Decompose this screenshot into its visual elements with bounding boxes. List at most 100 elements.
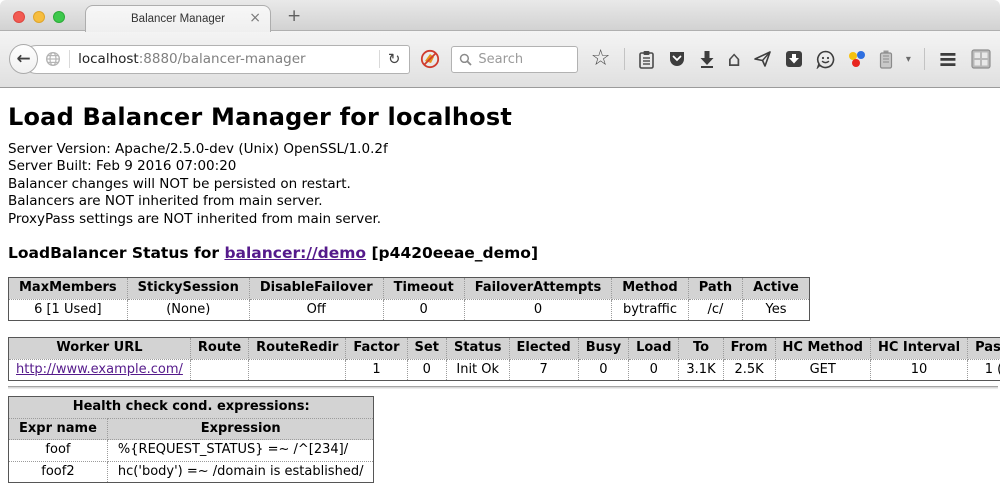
proxypass-warning-line: ProxyPass settings are NOT inherited fro… xyxy=(8,211,1000,228)
cell-expr-name: foof2 xyxy=(9,461,108,483)
balancer-demo-link[interactable]: balancer://demo xyxy=(224,244,366,262)
content-blocker-icon[interactable] xyxy=(419,48,441,70)
page-content: Load Balancer Manager for localhost Serv… xyxy=(0,103,1000,491)
downloads-icon[interactable] xyxy=(699,50,715,68)
window-controls xyxy=(13,11,65,23)
col-factor: Factor xyxy=(346,338,407,360)
cell-routeredir xyxy=(249,359,346,381)
balancer-settings-table: MaxMembers StickySession DisableFailover… xyxy=(8,277,810,321)
status-heading-prefix: LoadBalancer Status for xyxy=(8,244,224,262)
col-expr-name: Expr name xyxy=(9,418,108,440)
url-domain: localhost xyxy=(78,51,139,67)
page-title: Load Balancer Manager for localhost xyxy=(8,103,1000,131)
tab-close-icon[interactable]: × xyxy=(249,10,261,26)
col-from: From xyxy=(723,338,775,360)
chevron-down-icon[interactable]: ▾ xyxy=(906,54,911,65)
battery-extension-icon[interactable] xyxy=(879,50,893,69)
col-routeredir: RouteRedir xyxy=(249,338,346,360)
status-heading-suffix: [p4420eeae_demo] xyxy=(366,244,538,262)
col-maxmembers: MaxMembers xyxy=(9,278,128,300)
cell-route xyxy=(190,359,248,381)
cell-worker-url: http://www.example.com/ xyxy=(9,359,191,381)
cell-from: 2.5K xyxy=(723,359,775,381)
cell-passes: 1 (0) xyxy=(968,359,1000,381)
worker-url-link[interactable]: http://www.example.com/ xyxy=(16,362,183,377)
col-elected: Elected xyxy=(509,338,578,360)
persist-warning-line: Balancer changes will NOT be persisted o… xyxy=(8,176,1000,193)
expression-row: foof2 hc('body') =~ /domain is establish… xyxy=(9,461,374,483)
send-icon[interactable] xyxy=(754,50,772,68)
worker-row: http://www.example.com/ 1 0 Init Ok 7 0 … xyxy=(9,359,1000,381)
cell-disablefailover: Off xyxy=(249,299,383,321)
menu-hamburger-icon[interactable]: ≡ xyxy=(938,49,958,69)
worker-status-table: Worker URL Route RouteRedir Factor Set S… xyxy=(8,337,1000,381)
urlbar-separator xyxy=(69,50,70,68)
balancers-warning-line: Balancers are NOT inherited from main se… xyxy=(8,193,1000,210)
cell-maxmembers: 6 [1 Used] xyxy=(9,299,128,321)
col-passes: Passes xyxy=(968,338,1000,360)
pocket-icon[interactable] xyxy=(668,50,686,68)
url-bar[interactable]: localhost:8880/balancer-manager ↻ xyxy=(22,45,410,74)
col-method: Method xyxy=(612,278,688,300)
window-titlebar: Balancer Manager × + xyxy=(0,0,1000,31)
cell-failoverattempts: 0 xyxy=(464,299,612,321)
col-to: To xyxy=(679,338,723,360)
bookmark-star-icon[interactable]: ☆ xyxy=(591,49,611,69)
cell-expression: %{REQUEST_STATUS} =~ /^[234]/ xyxy=(107,440,374,462)
health-check-expressions-table: Health check cond. expressions: Expr nam… xyxy=(8,396,374,483)
cell-to: 3.1K xyxy=(679,359,723,381)
cell-active: Yes xyxy=(743,299,810,321)
color-dots-extension-icon[interactable] xyxy=(848,50,866,68)
cell-method: bytraffic xyxy=(612,299,688,321)
expression-row: foof %{REQUEST_STATUS} =~ /^[234]/ xyxy=(9,440,374,462)
cell-set: 0 xyxy=(407,359,446,381)
health-table-title: Health check cond. expressions: xyxy=(9,397,374,419)
cell-hc-method: GET xyxy=(775,359,870,381)
clipboard-icon[interactable] xyxy=(638,50,655,69)
col-status: Status xyxy=(446,338,509,360)
col-timeout: Timeout xyxy=(383,278,464,300)
tab-title: Balancer Manager xyxy=(131,13,225,25)
screenshot-grid-icon[interactable] xyxy=(971,49,991,69)
back-button[interactable]: ← xyxy=(9,44,38,74)
table-header-row: Expr name Expression xyxy=(9,418,374,440)
server-info: Server Version: Apache/2.5.0-dev (Unix) … xyxy=(8,141,1000,228)
search-icon xyxy=(459,53,472,66)
new-tab-button[interactable]: + xyxy=(287,6,301,26)
search-box[interactable] xyxy=(451,46,577,73)
col-expression: Expression xyxy=(107,418,374,440)
col-hc-method: HC Method xyxy=(775,338,870,360)
cell-timeout: 0 xyxy=(383,299,464,321)
home-icon[interactable]: ⌂ xyxy=(728,49,741,69)
server-built-line: Server Built: Feb 9 2016 07:00:20 xyxy=(8,158,1000,175)
table-header-row: MaxMembers StickySession DisableFailover… xyxy=(9,278,810,300)
cell-busy: 0 xyxy=(578,359,628,381)
browser-toolbar: ← localhost:8880/balancer-manager ↻ xyxy=(0,31,1000,88)
zoom-window-button[interactable] xyxy=(53,11,65,23)
cell-elected: 7 xyxy=(509,359,578,381)
server-version-line: Server Version: Apache/2.5.0-dev (Unix) … xyxy=(8,141,1000,158)
section-divider xyxy=(8,386,998,389)
cell-status: Init Ok xyxy=(446,359,509,381)
browser-tab[interactable]: Balancer Manager × xyxy=(85,5,271,32)
table-row: 6 [1 Used] (None) Off 0 0 bytraffic /c/ … xyxy=(9,299,810,321)
search-input[interactable] xyxy=(478,52,563,67)
reload-icon[interactable]: ↻ xyxy=(388,50,401,68)
cell-expr-name: foof xyxy=(9,440,108,462)
cell-stickysession: (None) xyxy=(127,299,249,321)
emoji-smiley-icon[interactable] xyxy=(816,50,835,69)
col-set: Set xyxy=(407,338,446,360)
minimize-window-button[interactable] xyxy=(33,11,45,23)
extension-download-icon[interactable] xyxy=(785,50,803,68)
col-failoverattempts: FailoverAttempts xyxy=(464,278,612,300)
cell-expression: hc('body') =~ /domain is established/ xyxy=(107,461,374,483)
col-disablefailover: DisableFailover xyxy=(249,278,383,300)
urlbar-separator-right xyxy=(379,50,380,68)
globe-icon xyxy=(45,51,61,67)
close-window-button[interactable] xyxy=(13,11,25,23)
loadbalancer-status-heading: LoadBalancer Status for balancer://demo … xyxy=(8,244,1000,262)
col-path: Path xyxy=(688,278,742,300)
col-busy: Busy xyxy=(578,338,628,360)
col-hc-interval: HC Interval xyxy=(870,338,967,360)
col-load: Load xyxy=(629,338,679,360)
